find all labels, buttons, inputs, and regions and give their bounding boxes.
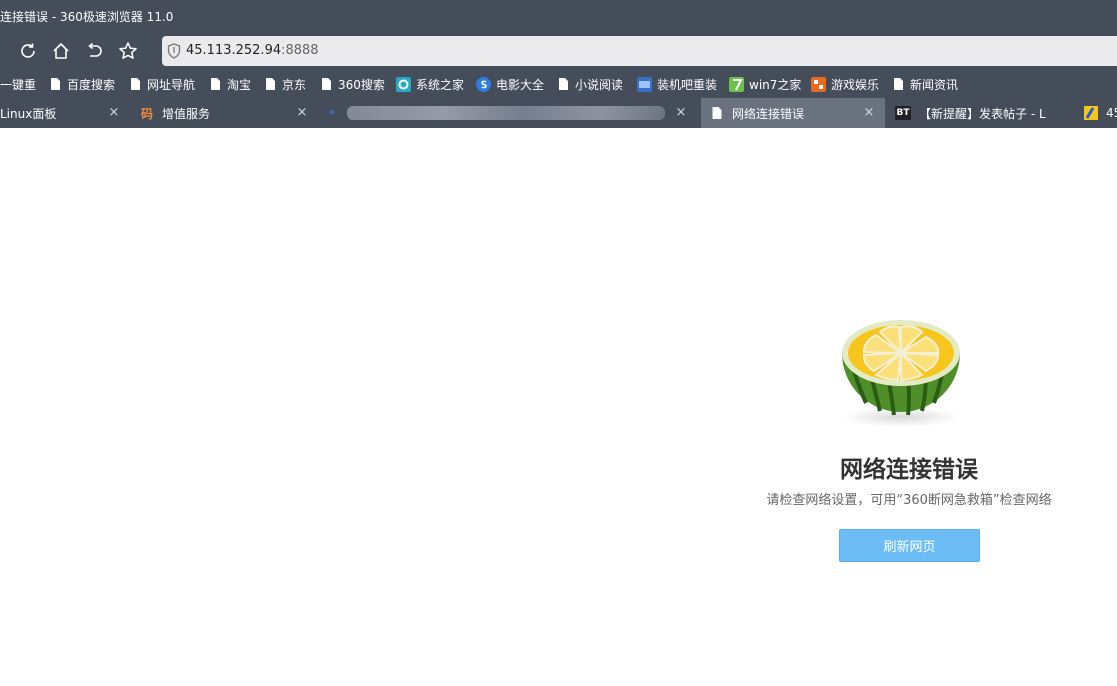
bookmark-label: 小说阅读: [575, 77, 624, 92]
bookmark-label: 系统之家: [416, 77, 465, 92]
shield-icon: [167, 43, 181, 59]
bookmark-item[interactable]: 百度搜索: [50, 76, 115, 92]
tab-label: 增值服务: [162, 106, 211, 121]
tab-close-button[interactable]: ×: [674, 105, 688, 120]
reload-icon: [21, 43, 35, 58]
tab-close-button[interactable]: ×: [862, 105, 876, 120]
lemon-melon-icon: [842, 320, 960, 427]
reload-button[interactable]: [17, 40, 39, 62]
site-icon: [1084, 106, 1098, 120]
tab-close-button[interactable]: ×: [107, 105, 121, 120]
tab-partial[interactable]: 45: [1084, 98, 1117, 128]
bookmark-label: 游戏娱乐: [831, 77, 880, 92]
bookmark-item[interactable]: 小说阅读: [558, 76, 623, 92]
bookmark-item[interactable]: 电影大全: [476, 76, 544, 92]
favorite-button[interactable]: [117, 40, 139, 62]
bookmark-label: 新闻资讯: [910, 77, 959, 92]
page-icon: [894, 78, 903, 90]
tab-favicon: ➤: [328, 108, 336, 118]
url-host: 45.113.252.94: [186, 43, 282, 58]
home-button[interactable]: [50, 40, 72, 62]
tab-strip: Linux面板 × 码 增值服务 × ➤ × 网络连接错误 × BT 【新提醒】…: [0, 98, 1117, 128]
page-icon: [131, 78, 140, 90]
bookmark-label: 京东: [282, 77, 307, 92]
tab-label: Linux面板: [0, 106, 57, 121]
bookmark-item[interactable]: 淘宝: [210, 76, 251, 92]
bookmark-label: 百度搜索: [67, 77, 116, 92]
page-icon: [51, 78, 60, 90]
tab-label: 【新提醒】发表帖子 - L: [919, 106, 1046, 121]
tab-label: 45: [1106, 106, 1117, 120]
tab-obscured[interactable]: ➤ ×: [325, 98, 695, 128]
bookmark-label: 电影大全: [496, 77, 545, 92]
win7-icon: [729, 76, 744, 92]
xitong-icon: [396, 76, 411, 92]
bookmark-item[interactable]: win7之家: [729, 76, 801, 92]
bookmark-label: 淘宝: [227, 77, 252, 92]
page-icon: [559, 78, 568, 90]
bookmark-item[interactable]: 装机吧重装: [637, 76, 717, 92]
tab-close-button[interactable]: ×: [295, 105, 309, 120]
url-port: :8888: [281, 43, 319, 58]
bookmark-label: 360搜索: [338, 77, 385, 92]
error-title: 网络连接错误: [840, 457, 978, 483]
url-text: 45.113.252.94:8888: [186, 43, 319, 58]
bookmark-label: 一键重: [0, 77, 37, 92]
page-icon: [712, 107, 722, 119]
bookmark-item[interactable]: 网址导航: [130, 76, 195, 92]
error-panel: 网络连接错误 请检查网络设置，可用“360断网急救箱”检查网络 刷新网页: [700, 300, 1117, 580]
star-icon: [119, 42, 137, 59]
zhuangji-icon: [637, 76, 652, 92]
browser-chrome: 连接错误 - 360极速浏览器 11.0 45.113.252.94:8888 …: [0, 0, 1117, 128]
bookmark-item[interactable]: 新闻资讯: [893, 76, 958, 92]
bt-icon: BT: [895, 106, 911, 120]
sogou-icon: [476, 76, 491, 92]
refresh-page-button[interactable]: 刷新网页: [839, 529, 980, 562]
window-title: 连接错误 - 360极速浏览器 11.0: [0, 10, 174, 24]
tab-label: 网络连接错误: [732, 106, 805, 121]
undo-icon: [88, 42, 102, 57]
page-icon: [266, 78, 275, 90]
undo-close-tab-button[interactable]: [83, 40, 105, 62]
game-icon: [811, 76, 826, 92]
title-bar: 连接错误 - 360极速浏览器 11.0: [0, 0, 1117, 32]
bookmark-label: 网址导航: [147, 77, 196, 92]
bookmark-label: win7之家: [749, 77, 802, 92]
redacted-tab-title: [347, 106, 665, 120]
error-description: 请检查网络设置，可用“360断网急救箱”检查网络: [766, 493, 1052, 508]
bookmark-item[interactable]: 360搜索: [321, 76, 385, 92]
home-icon: [53, 43, 69, 59]
bookmark-label: 装机吧重装: [657, 77, 718, 92]
bookmark-item[interactable]: 一键重: [0, 76, 36, 92]
bookmark-item[interactable]: 游戏娱乐: [811, 76, 879, 92]
page-icon: [211, 78, 220, 90]
page-icon: [322, 78, 331, 90]
tab-new-reminder[interactable]: BT 【新提醒】发表帖子 - L: [895, 98, 1075, 128]
tab-favicon: 码: [140, 106, 153, 121]
address-bar[interactable]: 45.113.252.94:8888: [162, 36, 1117, 66]
bookmark-item[interactable]: 系统之家: [396, 76, 464, 92]
tab-value-added-services[interactable]: 码 增值服务 ×: [140, 98, 315, 128]
tab-linux-panel[interactable]: Linux面板 ×: [0, 98, 130, 128]
bookmarks-bar: 一键重 百度搜索 网址导航 淘宝 京东 360搜索 系统之家 电影大全 小说阅读…: [0, 70, 1117, 98]
bookmark-item[interactable]: 京东: [265, 76, 306, 92]
tab-network-error[interactable]: 网络连接错误 ×: [701, 98, 885, 128]
